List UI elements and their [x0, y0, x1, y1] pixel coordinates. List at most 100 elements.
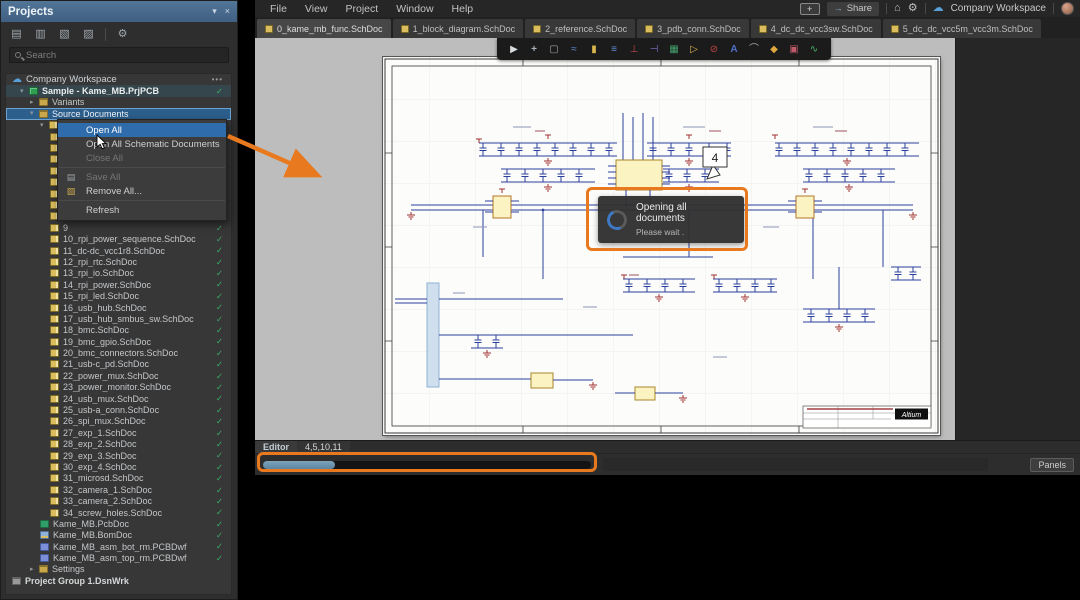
chevron-down-icon[interactable]: ▾ — [212, 7, 217, 16]
workspace-name[interactable]: Company Workspace — [951, 3, 1046, 14]
document-icon — [50, 304, 59, 312]
menubar-item[interactable]: Help — [443, 3, 483, 15]
share-button[interactable]: → Share — [827, 2, 879, 16]
document-tab[interactable]: 2_reference.SchDoc — [525, 19, 635, 38]
tree-item[interactable]: 16_usb_hub.SchDoc ✓ — [6, 302, 231, 313]
document-tab[interactable]: 0_kame_mb_func.SchDoc — [257, 19, 391, 38]
tree-item[interactable]: 28_exp_2.SchDoc ✓ — [6, 439, 231, 450]
tree-item[interactable]: 24_usb_mux.SchDoc ✓ — [6, 393, 231, 404]
schematic-canvas[interactable]: 4 Altium ▶+▢≈▮≡⊥⊣▦▷⊘A⌒◆▣∿ — [255, 38, 955, 440]
tree-item[interactable]: Settings ✓ — [6, 564, 231, 575]
document-tab[interactable]: 5_dc_dc_vcc5m_vcc3m.SchDoc — [883, 19, 1041, 38]
harness-icon[interactable]: ∿ — [806, 42, 822, 57]
selection-icon[interactable]: ▢ — [546, 42, 562, 57]
tree-item[interactable]: Sample - Kame_MB.PrjPCB ✓ — [6, 85, 231, 96]
tree-item[interactable]: 22_power_mux.SchDoc ✓ — [6, 370, 231, 381]
tree-item[interactable]: 29_exp_3.SchDoc ✓ — [6, 450, 231, 461]
wire-icon[interactable]: ≈ — [566, 42, 582, 57]
arc-icon[interactable]: ⌒ — [746, 42, 762, 57]
tree-item[interactable]: Kame_MB.BomDoc ✓ — [6, 530, 231, 541]
bus-icon[interactable]: ≡ — [606, 42, 622, 57]
tree-item[interactable]: 33_camera_2.SchDoc ✓ — [6, 495, 231, 506]
polygon-icon[interactable]: ◆ — [766, 42, 782, 57]
panel-settings-icon[interactable]: ⚙ — [115, 27, 130, 41]
no-erc-icon[interactable]: ⊘ — [706, 42, 722, 57]
menu-separator — [59, 200, 225, 201]
tree-item[interactable]: 10_rpi_power_sequence.SchDoc ✓ — [6, 233, 231, 244]
user-avatar[interactable] — [1061, 2, 1074, 15]
tree-item[interactable]: Kame_MB_asm_bot_rm.PCBDwf ✓ — [6, 541, 231, 552]
paste-icon[interactable]: ▥ — [33, 27, 48, 41]
document-tab[interactable]: 1_block_diagram.SchDoc — [393, 19, 524, 38]
gear-icon[interactable]: ⚙ — [908, 3, 918, 14]
menu-item-open-all[interactable]: Open All — [58, 123, 226, 137]
workspace-row[interactable]: ☁ Company Workspace ••• — [6, 74, 231, 85]
menu-item-remove-all[interactable]: ▨ Remove All... — [58, 184, 226, 198]
tree-item[interactable]: 15_rpi_led.SchDoc ✓ — [6, 290, 231, 301]
text-string-icon[interactable]: A — [726, 42, 742, 57]
save-documents-icon[interactable]: ▤ — [9, 27, 24, 41]
tree-item[interactable]: 26_spi_mux.SchDoc ✓ — [6, 416, 231, 427]
tree-item[interactable]: 27_exp_1.SchDoc ✓ — [6, 427, 231, 438]
tree-item[interactable]: Kame_MB_asm_top_rm.PCBDwf ✓ — [6, 552, 231, 563]
expand-arrow-icon[interactable] — [30, 108, 39, 119]
menu-item-open-all-schematic[interactable]: Open All Schematic Documents — [58, 137, 226, 151]
tree-item[interactable]: 11_dc-dc_vcc1r8.SchDoc ✓ — [6, 245, 231, 256]
tree-item[interactable]: 13_rpi_io.SchDoc ✓ — [6, 268, 231, 279]
menubar-item[interactable]: Window — [387, 3, 442, 15]
component-icon[interactable]: ▣ — [786, 42, 802, 57]
project-group-row[interactable]: Project Group 1.DsnWrk — [6, 575, 231, 586]
search-input[interactable] — [26, 50, 223, 61]
document-icon — [50, 338, 59, 346]
menubar-item[interactable]: File — [261, 3, 296, 15]
document-icon — [50, 417, 59, 425]
tree-item[interactable]: 20_bmc_connectors.SchDoc ✓ — [6, 347, 231, 358]
document-icon — [50, 360, 59, 368]
close-icon[interactable]: × — [225, 7, 230, 16]
document-tab[interactable]: 4_dc_dc_vcc3sw.SchDoc — [751, 19, 881, 38]
expand-arrow-icon[interactable] — [30, 97, 39, 108]
document-icon — [50, 247, 59, 255]
cursor-icon[interactable]: ▶ — [506, 42, 522, 57]
tree-item-label: 25_usb-a_conn.SchDoc — [63, 405, 159, 415]
tree-item[interactable]: 25_usb-a_conn.SchDoc ✓ — [6, 404, 231, 415]
power-port-icon[interactable]: ⊥ — [626, 42, 642, 57]
tree-item[interactable]: 14_rpi_power.SchDoc ✓ — [6, 279, 231, 290]
panels-button[interactable]: Panels — [1030, 458, 1074, 472]
more-icon[interactable]: ••• — [212, 75, 223, 84]
opening-documents-toast: Opening all documents Please wait . — [598, 196, 744, 243]
document-tab[interactable]: 3_pdb_conn.SchDoc — [637, 19, 749, 38]
menu-item-refresh[interactable]: Refresh — [58, 203, 226, 217]
tree-item[interactable]: Variants ✓ — [6, 97, 231, 108]
tree-item[interactable]: 23_power_monitor.SchDoc ✓ — [6, 382, 231, 393]
expand-arrow-icon[interactable] — [30, 564, 39, 575]
tree-item[interactable]: Kame_MB.PcbDoc ✓ — [6, 518, 231, 529]
tree-item-label: 28_exp_2.SchDoc — [63, 439, 137, 449]
home-icon[interactable]: ⌂ — [894, 3, 901, 14]
menubar-item[interactable]: Project — [337, 3, 388, 15]
open-documents-icon[interactable]: ▧ — [57, 27, 72, 41]
expand-arrow-icon[interactable] — [20, 86, 29, 97]
tree-item[interactable]: 34_screw_holes.SchDoc ✓ — [6, 507, 231, 518]
tree-item[interactable]: 9 ✓ — [6, 222, 231, 233]
tree-item[interactable]: Source Documents ✓ — [6, 108, 231, 119]
tree-item[interactable]: 32_camera_1.SchDoc ✓ — [6, 484, 231, 495]
tree-item[interactable]: 19_bmc_gpio.SchDoc ✓ — [6, 336, 231, 347]
add-project-icon[interactable]: ▨ — [81, 27, 96, 41]
expand-arrow-icon[interactable] — [40, 120, 49, 131]
net-label-icon[interactable]: ⊣ — [646, 42, 662, 57]
tree-item[interactable]: 17_usb_hub_smbus_sw.SchDoc ✓ — [6, 313, 231, 324]
tree-item[interactable]: 21_usb-c_pd.SchDoc ✓ — [6, 359, 231, 370]
sheet-entry-icon[interactable]: ▷ — [686, 42, 702, 57]
menubar-item[interactable]: View — [296, 3, 337, 15]
sheet-symbol-icon[interactable]: ▦ — [666, 42, 682, 57]
place-part-icon[interactable]: ▮ — [586, 42, 602, 57]
search-box[interactable] — [9, 47, 229, 63]
tree-item[interactable]: 31_microsd.SchDoc ✓ — [6, 473, 231, 484]
tree-item[interactable]: 12_rpi_rtc.SchDoc ✓ — [6, 256, 231, 267]
move-icon[interactable]: + — [526, 42, 542, 57]
tree-item[interactable]: 30_exp_4.SchDoc ✓ — [6, 461, 231, 472]
checkmark-icon: ✓ — [216, 417, 223, 426]
new-document-button[interactable]: + — [800, 3, 820, 15]
tree-item[interactable]: 18_bmc.SchDoc ✓ — [6, 325, 231, 336]
